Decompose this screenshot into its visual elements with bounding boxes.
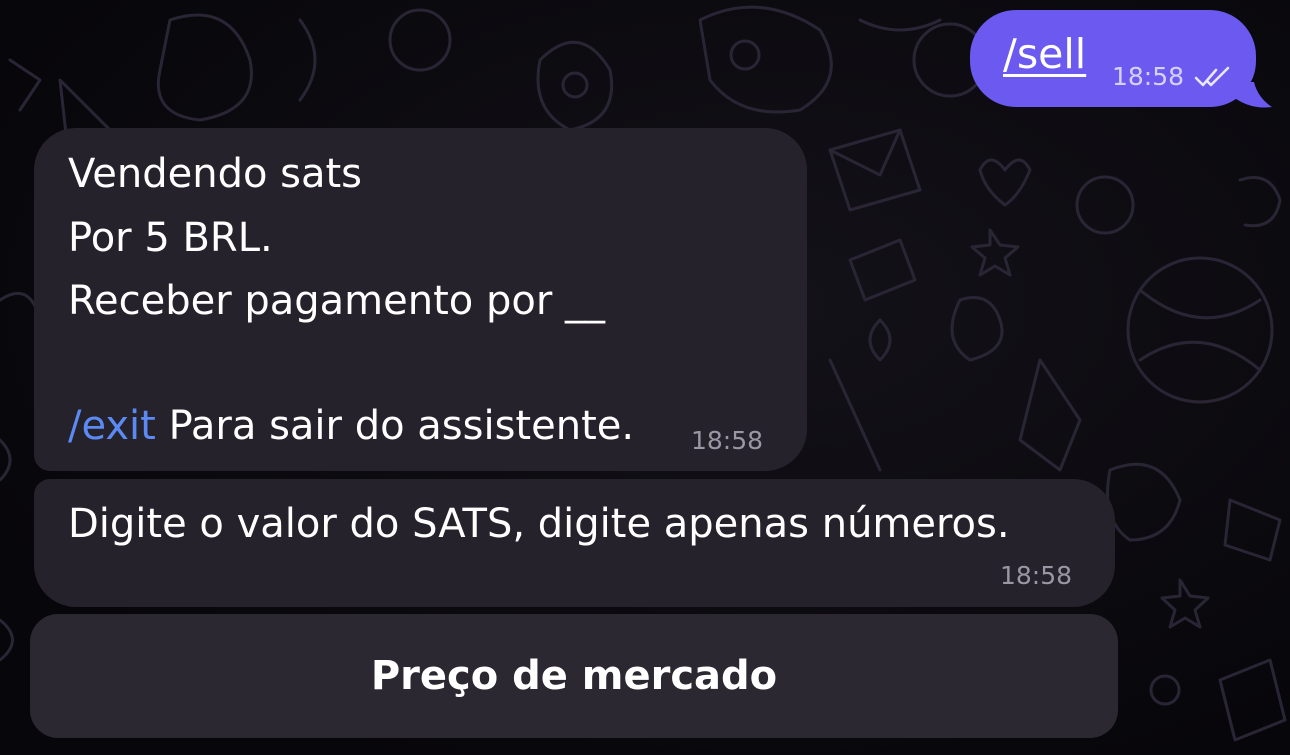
chat-window: /sell 18:58 Vendendo sats Por 5 BRL. Rec… bbox=[0, 0, 1290, 755]
bubble-tail bbox=[1232, 82, 1272, 108]
exit-command-link[interactable]: /exit bbox=[68, 403, 156, 449]
sell-command-text[interactable]: /sell bbox=[1003, 30, 1086, 78]
message-line: Receber pagamento por __ bbox=[68, 278, 605, 324]
message-line-exit: /exit Para sair do assistente. bbox=[68, 402, 634, 450]
outgoing-message-bubble[interactable]: /sell 18:58 bbox=[970, 10, 1256, 107]
message-text: Digite o valor do SATS, digite apenas nú… bbox=[68, 501, 1010, 547]
message-timestamp: 18:58 bbox=[1000, 561, 1073, 590]
incoming-message-bubble: Digite o valor do SATS, digite apenas nú… bbox=[34, 479, 1115, 607]
double-check-icon bbox=[1194, 66, 1230, 87]
market-price-button[interactable]: Preço de mercado bbox=[30, 614, 1118, 738]
market-price-button-label: Preço de mercado bbox=[370, 653, 778, 699]
message-line: Por 5 BRL. bbox=[68, 215, 273, 261]
message-timestamp: 18:58 bbox=[1111, 62, 1184, 91]
incoming-message-bubble: Vendendo sats Por 5 BRL. Receber pagamen… bbox=[34, 128, 807, 471]
message-timestamp: 18:58 bbox=[691, 426, 764, 455]
message-line: Vendendo sats bbox=[68, 151, 363, 197]
exit-command-description: Para sair do assistente. bbox=[155, 403, 635, 449]
